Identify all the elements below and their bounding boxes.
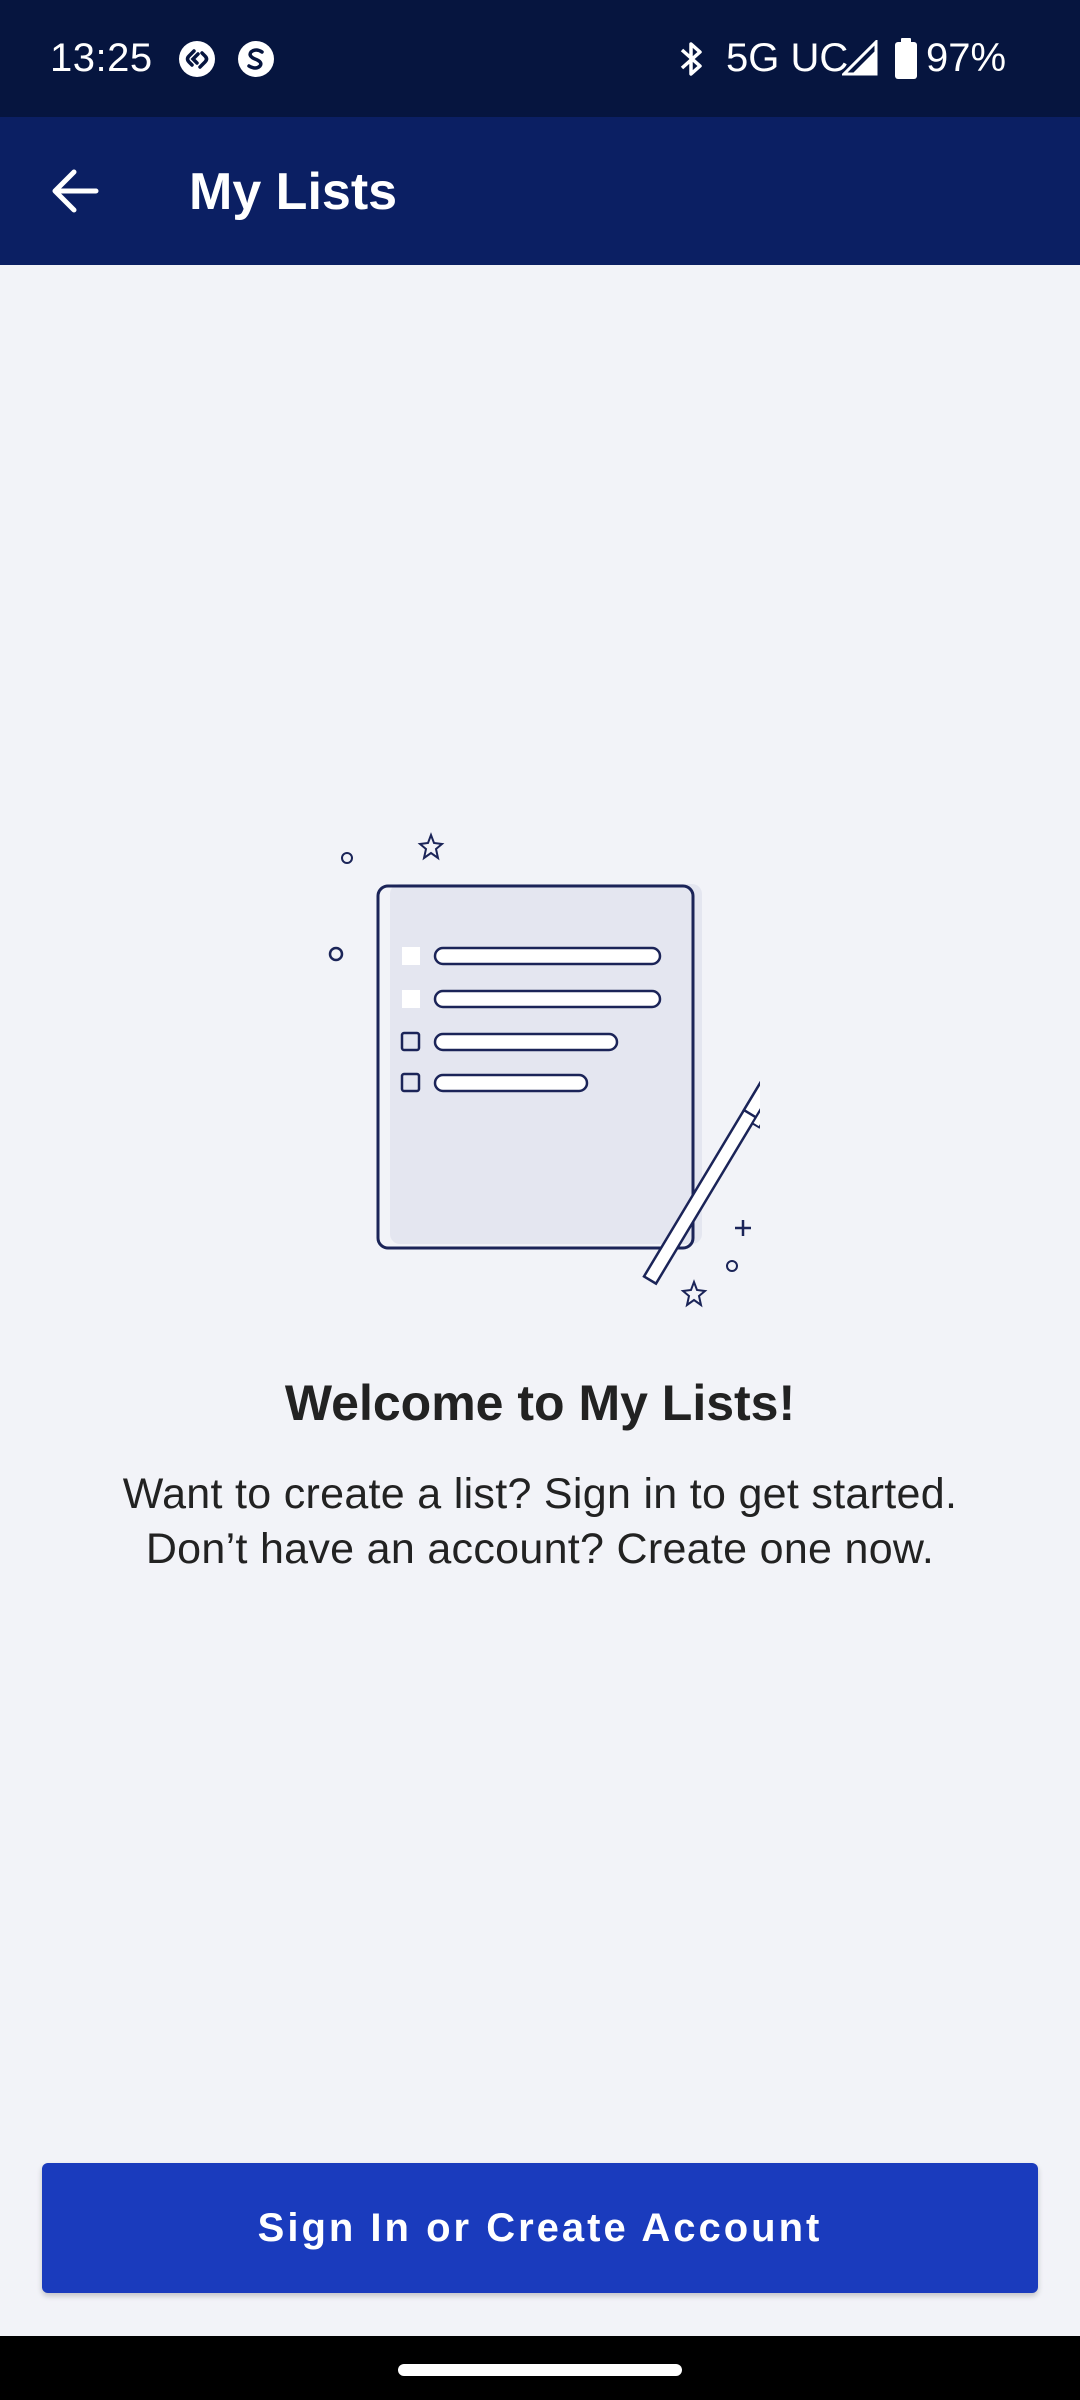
battery-percent: 97% [926, 36, 1007, 80]
bluetooth-icon [680, 42, 702, 76]
app-bar: My Lists [0, 117, 1080, 265]
sign-in-button[interactable]: Sign In or Create Account [42, 2163, 1038, 2293]
status-bar: 13:25 5G UC 97% [0, 0, 1080, 117]
network-type: 5G UC [726, 36, 849, 80]
welcome-title: Welcome to My Lists! [284, 1375, 796, 1431]
back-button[interactable] [38, 153, 114, 229]
welcome-line-1: Want to create a list? Sign in to get st… [122, 1470, 958, 1518]
arrow-back-icon [52, 169, 99, 213]
page-title: My Lists [189, 163, 398, 221]
home-indicator[interactable] [398, 2364, 682, 2376]
system-nav-bar [0, 2336, 1080, 2400]
welcome-message: Want to create a list? Sign in to get st… [40, 1467, 1040, 1577]
status-time: 13:25 [50, 36, 153, 80]
shazam-icon [179, 41, 215, 77]
s-circle-icon [238, 41, 274, 77]
welcome-line-2: Don’t have an account? Create one now. [145, 1525, 935, 1573]
signal-icon [842, 40, 878, 76]
battery-icon [895, 38, 917, 79]
checklist-illustration [328, 832, 760, 1308]
